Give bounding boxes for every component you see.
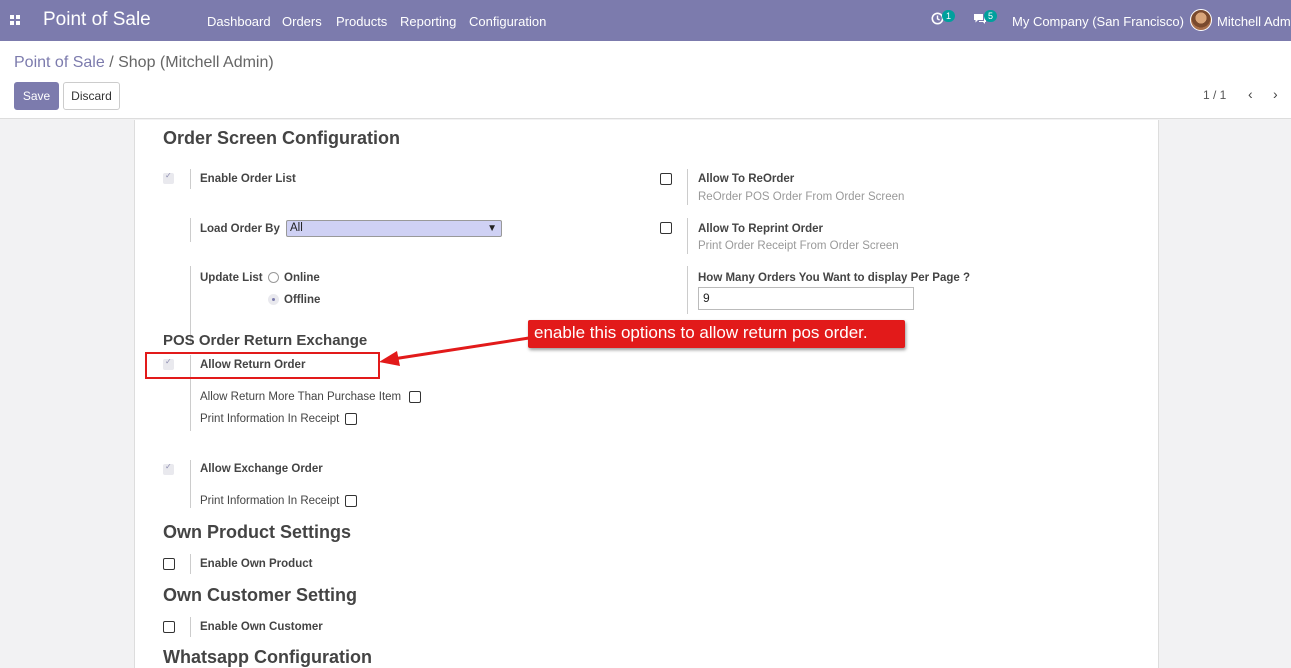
exchange-print-checkbox[interactable] — [345, 495, 357, 507]
orders-per-page-input[interactable]: 9 — [698, 287, 914, 310]
divider — [190, 460, 191, 508]
apps-menu-icon[interactable] — [10, 15, 20, 25]
section-title-own-customer: Own Customer Setting — [163, 585, 358, 605]
enable-own-product-checkbox[interactable] — [163, 558, 175, 570]
load-order-by-select[interactable]: All ▼ — [286, 220, 502, 237]
allow-reprint-label: Allow To Reprint Order — [698, 223, 824, 235]
divider — [687, 266, 688, 314]
breadcrumb-parent[interactable]: Point of Sale — [14, 54, 105, 71]
orders-per-page-label: How Many Orders You Want to display Per … — [698, 272, 971, 284]
divider — [190, 554, 191, 574]
user-avatar[interactable] — [1190, 9, 1212, 31]
return-more-checkbox[interactable] — [409, 391, 421, 403]
divider — [687, 218, 688, 254]
enable-own-product-label: Enable Own Product — [200, 558, 313, 570]
allow-reorder-label: Allow To ReOrder — [698, 173, 795, 185]
update-list-online-radio[interactable] — [268, 272, 279, 283]
form-sheet: Order Screen Configuration Enable Order … — [134, 120, 1159, 668]
update-list-label: Update List — [200, 272, 263, 284]
pager-value[interactable]: 1 / 1 — [1203, 88, 1226, 102]
exchange-print-label: Print Information In Receipt — [200, 495, 340, 507]
messages-icon[interactable]: 5 — [973, 10, 998, 28]
allow-reorder-hint: ReOrder POS Order From Order Screen — [698, 191, 905, 203]
load-order-by-label: Load Order By — [200, 223, 280, 235]
enable-order-list-label: Enable Order List — [200, 173, 296, 185]
control-panel: Point of Sale / Shop (Mitchell Admin) Sa… — [0, 41, 1291, 119]
enable-own-customer-label: Enable Own Customer — [200, 621, 323, 633]
menu-dashboard[interactable]: Dashboard — [207, 14, 271, 29]
app-brand[interactable]: Point of Sale — [43, 9, 151, 31]
activity-badge: 1 — [942, 10, 956, 22]
annotation-highlight-box — [145, 352, 380, 379]
section-title-whatsapp: Whatsapp Configuration — [163, 647, 372, 667]
update-list-online-label: Online — [284, 272, 320, 284]
breadcrumb-current: Shop (Mitchell Admin) — [118, 54, 274, 71]
messages-badge: 5 — [984, 10, 998, 22]
menu-orders[interactable]: Orders — [282, 14, 322, 29]
update-list-offline-label: Offline — [284, 294, 321, 306]
breadcrumb: Point of Sale / Shop (Mitchell Admin) — [14, 54, 274, 72]
annotation-arrow-icon — [379, 336, 530, 366]
annotation-callout: enable this options to allow return pos … — [528, 320, 905, 348]
menu-reporting[interactable]: Reporting — [400, 14, 456, 29]
pager-next-icon[interactable]: › — [1273, 86, 1278, 102]
chevron-down-icon: ▼ — [487, 223, 497, 234]
section-title-order-screen: Order Screen Configuration — [163, 128, 401, 148]
return-print-label: Print Information In Receipt — [200, 413, 340, 425]
allow-reprint-checkbox[interactable] — [660, 222, 672, 234]
enable-own-customer-checkbox[interactable] — [163, 621, 175, 633]
divider — [190, 169, 191, 189]
divider — [190, 218, 191, 242]
top-navbar: Point of Sale Dashboard Orders Products … — [0, 0, 1291, 41]
enable-order-list-checkbox[interactable] — [163, 171, 174, 184]
breadcrumb-separator: / — [109, 54, 114, 71]
save-button[interactable]: Save — [14, 82, 59, 110]
load-order-by-value: All — [290, 222, 303, 234]
divider — [687, 169, 688, 205]
main-menu: Dashboard Orders Products Reporting Conf… — [207, 14, 564, 29]
section-title-return-exchange: POS Order Return Exchange — [163, 332, 368, 349]
user-menu[interactable]: Mitchell Admin — [1217, 14, 1291, 29]
return-more-label: Allow Return More Than Purchase Item — [200, 391, 402, 403]
update-list-offline-radio[interactable] — [268, 294, 279, 305]
discard-button[interactable]: Discard — [63, 82, 120, 110]
company-switcher[interactable]: My Company (San Francisco) — [1012, 14, 1184, 29]
menu-products[interactable]: Products — [336, 14, 387, 29]
divider — [190, 617, 191, 637]
allow-reorder-checkbox[interactable] — [660, 173, 672, 185]
allow-exchange-order-checkbox[interactable] — [163, 462, 174, 475]
menu-configuration[interactable]: Configuration — [469, 14, 546, 29]
section-title-own-product: Own Product Settings — [163, 522, 352, 542]
allow-exchange-order-label: Allow Exchange Order — [200, 463, 323, 475]
return-print-checkbox[interactable] — [345, 413, 357, 425]
pager-prev-icon[interactable]: ‹ — [1248, 86, 1253, 102]
allow-reprint-hint: Print Order Receipt From Order Screen — [698, 240, 899, 252]
activity-clock-icon[interactable]: 1 — [931, 10, 956, 28]
